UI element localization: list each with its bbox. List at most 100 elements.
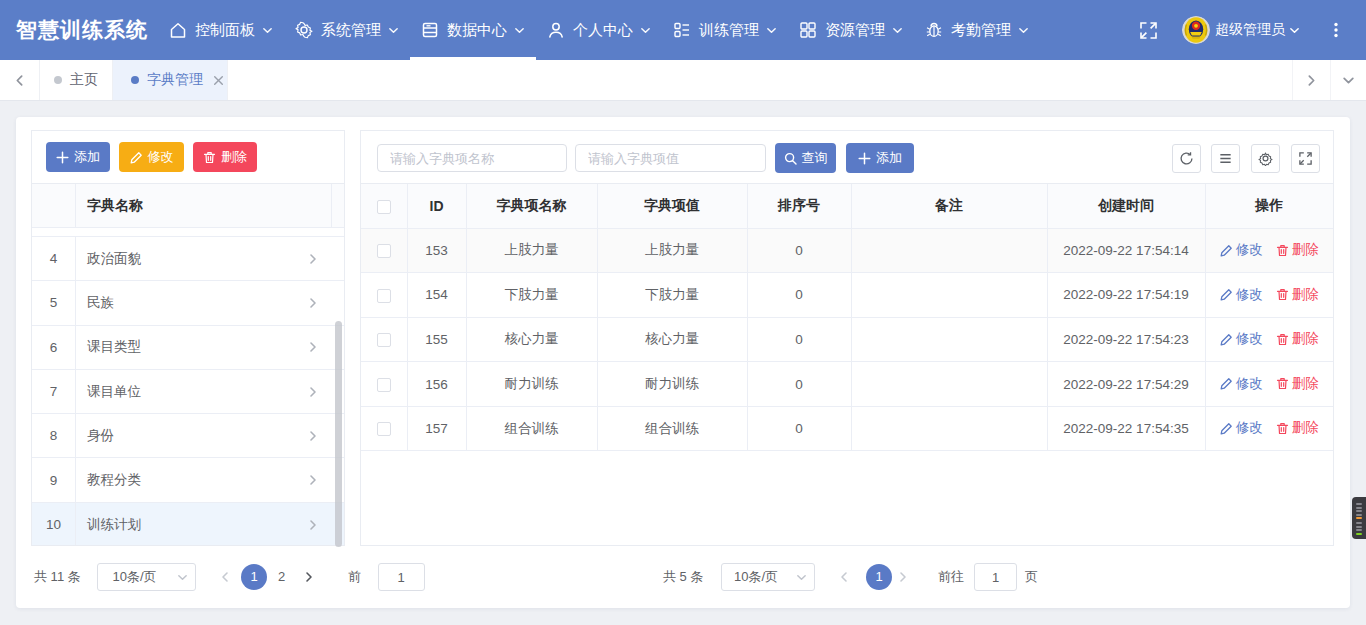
nav-item-control-panel[interactable]: 控制面板 (158, 0, 284, 60)
tab-label: 主页 (70, 71, 98, 89)
action-label: 删除 (1292, 241, 1319, 259)
page-size-select[interactable]: 10条/页 (721, 563, 815, 591)
user-name[interactable]: 超级管理员 (1215, 0, 1285, 60)
column-settings-button[interactable] (1251, 144, 1280, 173)
add-item-button[interactable]: 添加 (846, 143, 914, 173)
dictionary-table-body: 4 政治面貌 5 民族 6 课目类型 7 课目单位 8 身份 (32, 228, 344, 545)
scroll-marker-line (1356, 510, 1362, 512)
delete-row-button[interactable]: 删除 (1276, 419, 1319, 437)
table-row[interactable]: 153 上肢力量 上肢力量 0 2022-09-22 17:54:14 修改删除 (361, 228, 1333, 273)
chevron-down-icon (892, 25, 903, 36)
checkbox-cell (361, 273, 407, 318)
edit-dictionary-button[interactable]: 修改 (119, 142, 184, 172)
more-vertical-icon[interactable] (1327, 21, 1345, 39)
edit-row-button[interactable]: 修改 (1220, 241, 1263, 259)
index-column-header (32, 184, 76, 227)
page-size-select[interactable]: 10条/页 (97, 563, 196, 591)
page-2-button[interactable]: 2 (268, 563, 296, 591)
nav-item-attendance-mgmt[interactable]: 考勤管理 (914, 0, 1040, 60)
nav-item-personal-center[interactable]: 个人中心 (536, 0, 662, 60)
jump-page-input[interactable] (378, 563, 425, 591)
nav-item-label: 系统管理 (321, 21, 381, 40)
column-header-created: 创建时间 (1047, 184, 1205, 228)
scroll-position-indicator[interactable] (1352, 497, 1366, 539)
table-row[interactable]: 155 核心力量 核心力量 0 2022-09-22 17:54:23 修改删除 (361, 317, 1333, 362)
nav-item-training-mgmt[interactable]: 训练管理 (662, 0, 788, 60)
delete-row-button[interactable]: 删除 (1276, 286, 1319, 304)
delete-row-button[interactable]: 删除 (1276, 375, 1319, 393)
edit-row-button[interactable]: 修改 (1220, 330, 1263, 348)
row-checkbox[interactable] (377, 422, 391, 436)
row-checkbox[interactable] (377, 289, 391, 303)
nav-item-system-mgmt[interactable]: 系统管理 (284, 0, 410, 60)
add-dictionary-button[interactable]: 添加 (46, 142, 110, 172)
action-label: 修改 (1236, 375, 1263, 393)
edit-row-button[interactable]: 修改 (1220, 419, 1263, 437)
list-scrollbar-thumb[interactable] (335, 321, 342, 547)
nav-item-data-center[interactable]: 数据中心 (410, 0, 536, 60)
total-count: 共 11 条 (34, 563, 81, 591)
action-label: 修改 (1236, 419, 1263, 437)
tabs-scroll-right-button[interactable] (1292, 60, 1330, 100)
refresh-button[interactable] (1172, 144, 1201, 173)
row-checkbox[interactable] (377, 244, 391, 258)
tabs-menu-button[interactable] (1330, 60, 1366, 100)
trash-icon (1276, 333, 1289, 346)
row-checkbox[interactable] (377, 333, 391, 347)
select-all-checkbox[interactable] (377, 200, 391, 214)
created-cell: 2022-09-22 17:54:14 (1047, 228, 1205, 273)
edit-row-button[interactable]: 修改 (1220, 375, 1263, 393)
prev-page-button[interactable] (836, 563, 852, 591)
page-1-button[interactable]: 1 (241, 564, 267, 590)
density-button[interactable] (1211, 144, 1240, 173)
dictionary-name: 民族 (76, 294, 114, 312)
trash-icon (203, 151, 216, 164)
dictionary-row[interactable]: 5 民族 (32, 281, 344, 325)
tab-label: 字典管理 (147, 71, 203, 89)
edit-row-button[interactable]: 修改 (1220, 286, 1263, 304)
checkbox-cell (361, 317, 407, 362)
checkbox-cell (361, 228, 407, 273)
dictionary-row[interactable]: 7 课目单位 (32, 370, 344, 414)
dictionary-row[interactable]: 8 身份 (32, 414, 344, 458)
item-name-cell: 核心力量 (466, 317, 597, 362)
dictionary-row-selected[interactable]: 10 训练计划 (32, 503, 344, 545)
dictionary-row[interactable]: 6 课目类型 (32, 326, 344, 370)
user-icon (547, 21, 565, 39)
query-button[interactable]: 查询 (775, 143, 836, 173)
delete-dictionary-button[interactable]: 删除 (193, 142, 257, 172)
item-value-search-input[interactable] (575, 144, 766, 172)
scrollbar-gutter (331, 184, 344, 227)
prev-page-button[interactable] (217, 563, 233, 591)
scroll-marker-line (1356, 533, 1362, 535)
table-row[interactable]: 156 耐力训练 耐力训练 0 2022-09-22 17:54:29 修改删除 (361, 362, 1333, 407)
tabs-scroll-left-button[interactable] (0, 60, 40, 100)
nav-item-resource-mgmt[interactable]: 资源管理 (788, 0, 914, 60)
delete-row-button[interactable]: 删除 (1276, 330, 1319, 348)
item-name-search-input[interactable] (377, 144, 567, 172)
chevron-right-icon (307, 253, 319, 265)
partial-row[interactable] (32, 228, 344, 237)
row-checkbox[interactable] (377, 378, 391, 392)
tab-home[interactable]: 主页 (40, 60, 113, 100)
fullscreen-icon[interactable] (1139, 21, 1158, 40)
jump-page-input[interactable] (974, 563, 1017, 591)
dictionary-row[interactable]: 9 教程分类 (32, 458, 344, 502)
next-page-button[interactable] (895, 563, 911, 591)
tab-dict-management[interactable]: 字典管理 (113, 60, 228, 100)
chevron-right-icon (307, 341, 319, 353)
dictionary-row[interactable]: 4 政治面貌 (32, 237, 344, 281)
row-index: 9 (32, 458, 76, 501)
page-1-button[interactable]: 1 (866, 564, 892, 590)
table-row[interactable]: 154 下肢力量 下肢力量 0 2022-09-22 17:54:19 修改删除 (361, 273, 1333, 318)
next-page-button[interactable] (301, 563, 317, 591)
table-row[interactable]: 157 组合训练 组合训练 0 2022-09-22 17:54:35 修改删除 (361, 406, 1333, 451)
avatar[interactable] (1182, 16, 1210, 44)
table-fullscreen-button[interactable] (1291, 144, 1320, 173)
row-index: 10 (32, 503, 76, 545)
scroll-marker-line (1356, 522, 1362, 524)
close-icon[interactable] (212, 74, 225, 87)
nav-item-label: 数据中心 (447, 21, 507, 40)
delete-row-button[interactable]: 删除 (1276, 241, 1319, 259)
tab-dot (131, 76, 139, 84)
